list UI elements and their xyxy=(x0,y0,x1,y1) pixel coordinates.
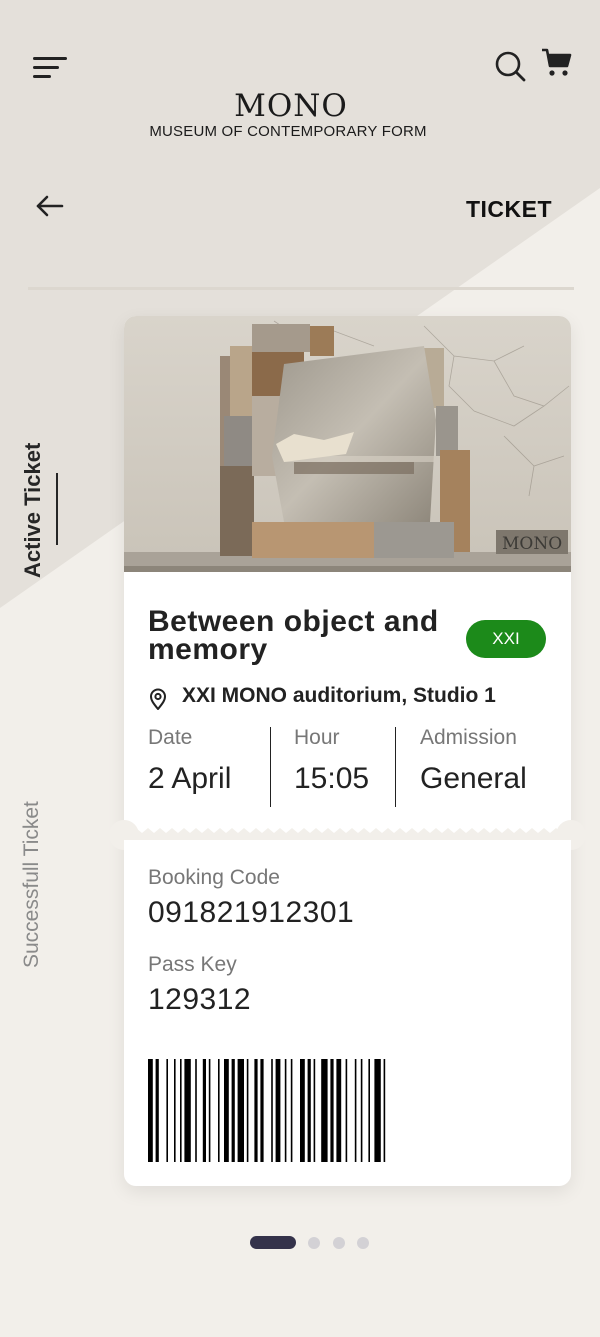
venue-text: XXI MONO auditorium, Studio 1 xyxy=(182,684,496,707)
barcode-bar xyxy=(360,1059,363,1162)
barcode-bar xyxy=(195,1059,197,1162)
hour-value: 15:05 xyxy=(294,762,370,795)
event-badge: XXI xyxy=(466,620,546,658)
barcode-bar xyxy=(260,1059,264,1162)
back-arrow-icon[interactable] xyxy=(34,190,66,222)
barcode-bar xyxy=(284,1059,287,1162)
barcode-bar xyxy=(374,1059,381,1162)
barcode-bar xyxy=(254,1059,258,1162)
barcode-bar xyxy=(237,1059,244,1162)
barcode-bar xyxy=(300,1059,305,1162)
admission-block: Admission General xyxy=(420,726,527,796)
info-separator xyxy=(395,727,396,807)
barcode-bar xyxy=(155,1059,159,1162)
admission-label: Admission xyxy=(420,726,517,749)
barcode-bar xyxy=(321,1059,328,1162)
barcode-bar xyxy=(290,1059,293,1162)
pager-dot-active[interactable] xyxy=(250,1236,296,1249)
booking-code-value: 091821912301 xyxy=(148,896,355,929)
pager-dot[interactable] xyxy=(333,1236,345,1249)
hour-label: Hour xyxy=(294,726,340,749)
logo-subtitle: MUSEUM OF CONTEMPORARY FORM xyxy=(149,123,427,140)
event-title: Between object and memory xyxy=(148,605,439,666)
barcode-bar xyxy=(202,1059,206,1162)
page-title: TICKET xyxy=(465,196,552,222)
logo-title: MONO xyxy=(234,88,348,124)
barcode-bar xyxy=(224,1059,229,1162)
barcode-bar xyxy=(246,1059,249,1162)
barcode-bar xyxy=(231,1059,235,1162)
hour-block: Hour 15:05 xyxy=(294,726,369,796)
booking-code-label: Booking Code xyxy=(148,866,280,889)
barcode-bar xyxy=(313,1059,316,1162)
tab-successful-ticket[interactable]: Successfull Ticket xyxy=(20,801,44,968)
barcode-bar xyxy=(148,1059,153,1162)
ticket-top-section: MONO Between object and memory XXI XXI M… xyxy=(124,316,571,828)
date-label: Date xyxy=(148,726,193,749)
barcode-bar xyxy=(180,1059,182,1162)
barcode-bar xyxy=(330,1059,334,1162)
active-tab-indicator xyxy=(56,473,58,545)
barcode-bar xyxy=(218,1059,220,1162)
barcode-bar xyxy=(383,1059,386,1162)
pass-key-value: 129312 xyxy=(148,983,252,1016)
date-value: 2 April xyxy=(148,762,232,795)
barcode-bar xyxy=(307,1059,311,1162)
admission-value: General xyxy=(420,762,527,795)
header-divider xyxy=(28,287,574,290)
search-icon[interactable] xyxy=(494,50,526,82)
barcode-bar xyxy=(345,1059,348,1162)
ticket-card[interactable]: MONO Between object and memory XXI XXI M… xyxy=(109,316,586,1186)
pager-dot[interactable] xyxy=(357,1236,369,1249)
barcode-bar xyxy=(275,1059,281,1162)
barcode[interactable] xyxy=(148,1059,551,1162)
barcode-bar xyxy=(336,1059,342,1162)
barcode-bar xyxy=(354,1059,357,1162)
location-pin-icon xyxy=(149,688,167,710)
barcode-bar xyxy=(271,1059,273,1162)
barcode-bar xyxy=(166,1059,168,1162)
tab-active-ticket[interactable]: Active Ticket xyxy=(20,443,46,578)
barcode-bar xyxy=(184,1059,191,1162)
date-block: Date 2 April xyxy=(148,726,231,796)
info-separator xyxy=(270,727,271,807)
pass-key-label: Pass Key xyxy=(148,953,237,976)
cart-icon[interactable] xyxy=(541,47,573,79)
pager-dot[interactable] xyxy=(308,1236,320,1249)
barcode-bar xyxy=(174,1059,176,1162)
barcode-bar xyxy=(368,1059,370,1162)
image-watermark: MONO xyxy=(502,534,563,554)
menu-icon[interactable] xyxy=(33,54,69,84)
barcode-bar xyxy=(208,1059,211,1162)
